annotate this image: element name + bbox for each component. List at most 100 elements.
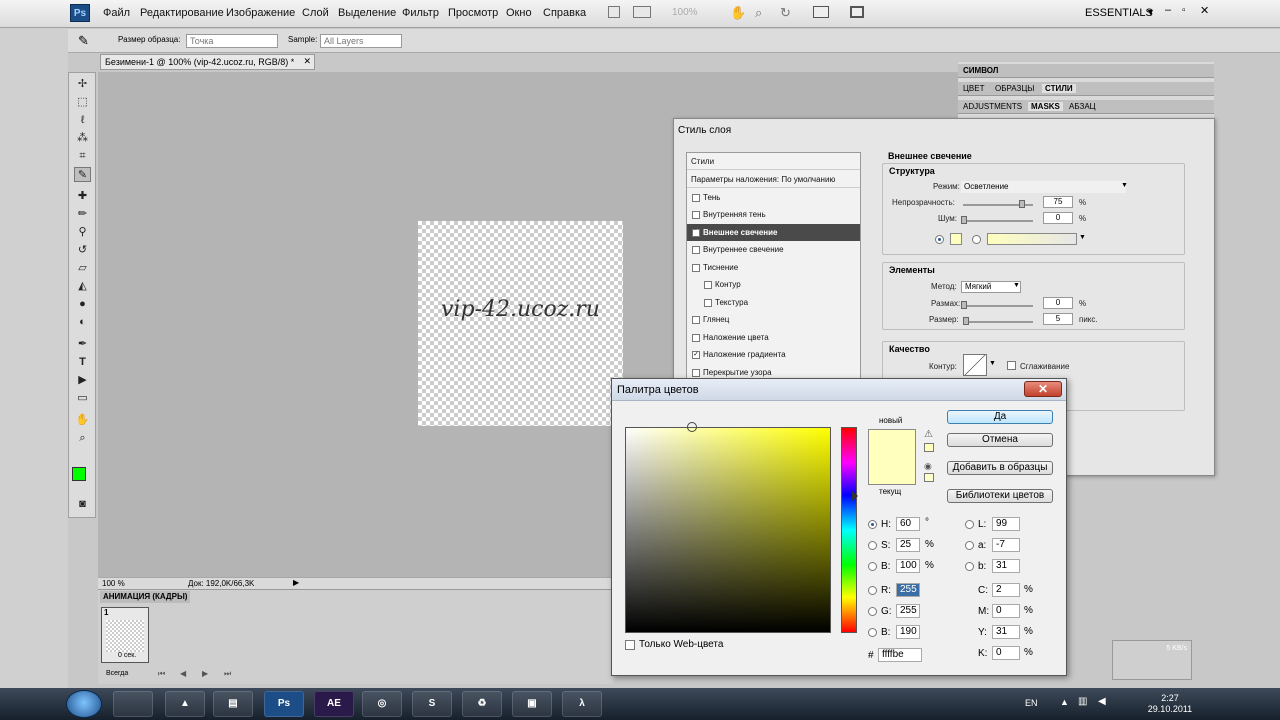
chevron-down-icon[interactable]: ▼: [1121, 182, 1128, 189]
inner-shadow-checkbox[interactable]: [692, 211, 700, 219]
pen-tool-icon[interactable]: ✒: [74, 337, 91, 352]
bridge-icon[interactable]: [608, 6, 620, 18]
after-effects-taskbar-icon[interactable]: AE: [314, 691, 354, 717]
document-tab[interactable]: Безимени-1 @ 100% (vip-42.ucoz.ru, RGB/8…: [100, 54, 315, 70]
chevron-down-icon[interactable]: ▼: [1013, 282, 1020, 289]
blur-tool-icon[interactable]: ●: [74, 297, 91, 312]
sample-size-select[interactable]: Точка: [186, 34, 278, 48]
antialias-checkbox[interactable]: [1007, 361, 1016, 370]
ls-item-drop-shadow[interactable]: Тень: [687, 189, 860, 206]
sample-select[interactable]: All Layers: [320, 34, 402, 48]
tab-swatches[interactable]: ОБРАЗЦЫ: [992, 84, 1037, 93]
solid-color-radio[interactable]: [935, 235, 944, 244]
canvas-image[interactable]: vip-42.ucoz.ru: [418, 221, 623, 426]
menu-view[interactable]: Просмотр: [448, 7, 498, 19]
close-icon[interactable]: ✕: [1200, 4, 1209, 17]
current-color-swatch[interactable]: [868, 459, 916, 485]
type-tool-icon[interactable]: T: [74, 355, 91, 370]
blue-field[interactable]: 190: [896, 625, 920, 639]
view-extras-icon[interactable]: [633, 6, 651, 18]
cancel-button[interactable]: Отмена: [947, 433, 1053, 447]
tab-color[interactable]: ЦВЕТ: [960, 84, 987, 93]
menu-layer[interactable]: Слой: [302, 7, 329, 19]
gamut-color-swatch[interactable]: [924, 443, 934, 452]
recycle-icon[interactable]: ♻: [462, 691, 502, 717]
close-tab-icon[interactable]: ✕: [303, 56, 311, 67]
chevron-down-icon[interactable]: ▼: [989, 360, 996, 367]
eraser-tool-icon[interactable]: ▱: [74, 261, 91, 276]
texture-checkbox[interactable]: [704, 299, 712, 307]
ls-item-satin[interactable]: Глянец: [687, 311, 860, 328]
brightness-radio[interactable]: [868, 562, 877, 571]
yellow-field[interactable]: 31: [992, 625, 1020, 639]
chevron-down-icon[interactable]: ▼: [1079, 234, 1086, 241]
black-field[interactable]: 0: [992, 646, 1020, 660]
ls-item-contour[interactable]: Контур: [687, 276, 860, 293]
glow-gradient-picker[interactable]: [987, 233, 1077, 245]
opacity-field[interactable]: 75: [1043, 196, 1073, 208]
status-menu-arrow-icon[interactable]: ▶: [293, 578, 299, 587]
tab-masks[interactable]: MASKS: [1028, 102, 1063, 111]
tray-arrow-icon[interactable]: ▲: [1060, 697, 1069, 707]
clock[interactable]: 2:27 29.10.2011: [1140, 693, 1200, 715]
gradient-radio[interactable]: [972, 235, 981, 244]
app-triangle-icon[interactable]: ▲: [165, 691, 205, 717]
size-slider[interactable]: [963, 321, 1033, 323]
ls-item-outer-glow[interactable]: ✓ Внешнее свечение: [687, 224, 860, 241]
rotate-icon[interactable]: ↻: [780, 5, 791, 21]
glow-color-swatch[interactable]: [950, 233, 962, 245]
menu-select[interactable]: Выделение: [338, 7, 396, 19]
first-frame-icon[interactable]: ⏮: [158, 669, 165, 679]
spread-slider[interactable]: [963, 305, 1033, 307]
zoom-tool-icon[interactable]: ⌕: [74, 431, 91, 446]
tab-adjustments[interactable]: ADJUSTMENTS: [960, 102, 1025, 111]
hex-field[interactable]: ffffbe: [878, 648, 922, 662]
crop-tool-icon[interactable]: ⌗: [74, 149, 91, 164]
color-field[interactable]: [625, 422, 831, 633]
paint-bucket-icon[interactable]: ◭: [74, 279, 91, 294]
tab-character[interactable]: СИМВОЛ: [960, 66, 1001, 75]
contour-picker[interactable]: [963, 354, 987, 376]
history-brush-icon[interactable]: ↺: [74, 243, 91, 258]
close-button[interactable]: ✕: [1024, 381, 1062, 397]
healing-brush-icon[interactable]: ✚: [74, 189, 91, 204]
skype-icon[interactable]: S: [412, 691, 452, 717]
contour-checkbox[interactable]: [704, 281, 712, 289]
ls-item-blending[interactable]: Параметры наложения: По умолчанию: [687, 171, 860, 188]
lab-l-radio[interactable]: [965, 520, 974, 529]
spread-field[interactable]: 0: [1043, 297, 1073, 309]
tab-styles[interactable]: СТИЛИ: [1042, 84, 1076, 93]
marquee-tool-icon[interactable]: ⬚: [74, 95, 91, 110]
saturation-radio[interactable]: [868, 541, 877, 550]
move-tool-icon[interactable]: ✢: [74, 77, 91, 92]
zoom-level[interactable]: 100%: [672, 7, 698, 18]
web-colors-only-checkbox[interactable]: [625, 640, 635, 650]
lab-a-radio[interactable]: [965, 541, 974, 550]
photoshop-taskbar-icon[interactable]: Ps: [264, 691, 304, 717]
volume-tray-icon[interactable]: ◀: [1098, 696, 1106, 707]
pattern-overlay-checkbox[interactable]: [692, 369, 700, 377]
blue-radio[interactable]: [868, 628, 877, 637]
color-overlay-checkbox[interactable]: [692, 334, 700, 342]
next-frame-icon[interactable]: ⏭: [224, 669, 231, 679]
menu-filter[interactable]: Фильтр: [402, 7, 439, 19]
lab-b-field[interactable]: 31: [992, 559, 1020, 573]
hand-tool-icon[interactable]: ✋: [74, 413, 91, 428]
magenta-field[interactable]: 0: [992, 604, 1020, 618]
opacity-slider-thumb[interactable]: [1019, 200, 1025, 208]
saturation-field[interactable]: 25: [896, 538, 920, 552]
lab-b-radio[interactable]: [965, 562, 974, 571]
hue-radio[interactable]: [868, 520, 877, 529]
color-picker-titlebar[interactable]: Палитра цветов ✕: [612, 379, 1066, 401]
menu-image[interactable]: Изображение: [226, 7, 295, 19]
drop-shadow-checkbox[interactable]: [692, 194, 700, 202]
web-safe-color-swatch[interactable]: [924, 473, 934, 482]
shape-tool-icon[interactable]: ▭: [74, 391, 91, 406]
technique-select[interactable]: Мягкий: [961, 281, 1021, 293]
restore-icon[interactable]: ▫: [1182, 5, 1186, 16]
start-button[interactable]: [66, 690, 102, 718]
play-icon[interactable]: ▶: [202, 669, 208, 678]
animation-panel-title[interactable]: АНИМАЦИЯ (КАДРЫ): [100, 591, 191, 603]
color-field-cursor[interactable]: [687, 422, 697, 432]
eyedropper-tool-icon[interactable]: ✎: [74, 167, 91, 182]
